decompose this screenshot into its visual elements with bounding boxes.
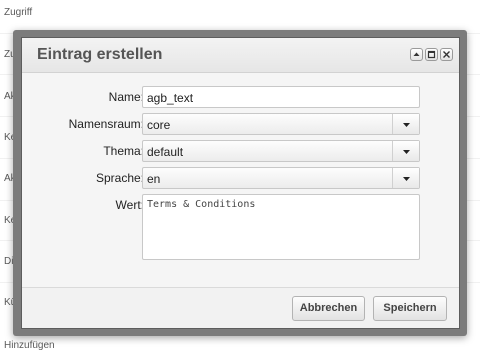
- dialog-titlebar[interactable]: Eintrag erstellen: [22, 38, 459, 73]
- save-button[interactable]: Speichern: [373, 296, 447, 321]
- namespace-label: Namensraum:: [68, 117, 144, 131]
- theme-row: Thema: default: [22, 140, 459, 162]
- language-select[interactable]: en: [142, 167, 420, 189]
- chevron-down-icon[interactable]: [392, 114, 419, 134]
- name-label: Name:: [108, 90, 144, 104]
- value-label: Wert:: [115, 198, 144, 212]
- chevron-down-icon[interactable]: [392, 141, 419, 161]
- theme-label: Thema:: [103, 144, 144, 158]
- namespace-select[interactable]: core: [142, 113, 420, 135]
- theme-select[interactable]: default: [142, 140, 420, 162]
- close-icon[interactable]: [440, 48, 453, 61]
- name-row: Name: agb_text: [22, 86, 459, 108]
- namespace-row: Namensraum: core: [22, 113, 459, 135]
- name-field[interactable]: agb_text: [142, 86, 420, 108]
- dialog-body: Eintrag erstellen Name: agb_text Namensr…: [21, 37, 460, 329]
- create-entry-dialog: Eintrag erstellen Name: agb_text Namensr…: [13, 30, 467, 336]
- language-row: Sprache: en: [22, 167, 459, 189]
- namespace-value: core: [147, 118, 171, 132]
- language-label: Sprache:: [95, 171, 144, 185]
- cancel-button[interactable]: Abbrechen: [292, 296, 365, 321]
- dialog-title: Eintrag erstellen: [37, 46, 163, 63]
- dialog-footer: Abbrechen Speichern: [22, 287, 459, 328]
- language-value: en: [147, 172, 161, 186]
- theme-value: default: [147, 145, 184, 159]
- value-textarea[interactable]: Terms & Conditions: [142, 194, 420, 260]
- window-controls: [410, 48, 453, 61]
- restore-icon[interactable]: [425, 48, 438, 61]
- maximize-icon[interactable]: [410, 48, 423, 61]
- chevron-down-icon[interactable]: [392, 168, 419, 188]
- value-row: Wert: Terms & Conditions: [22, 194, 459, 260]
